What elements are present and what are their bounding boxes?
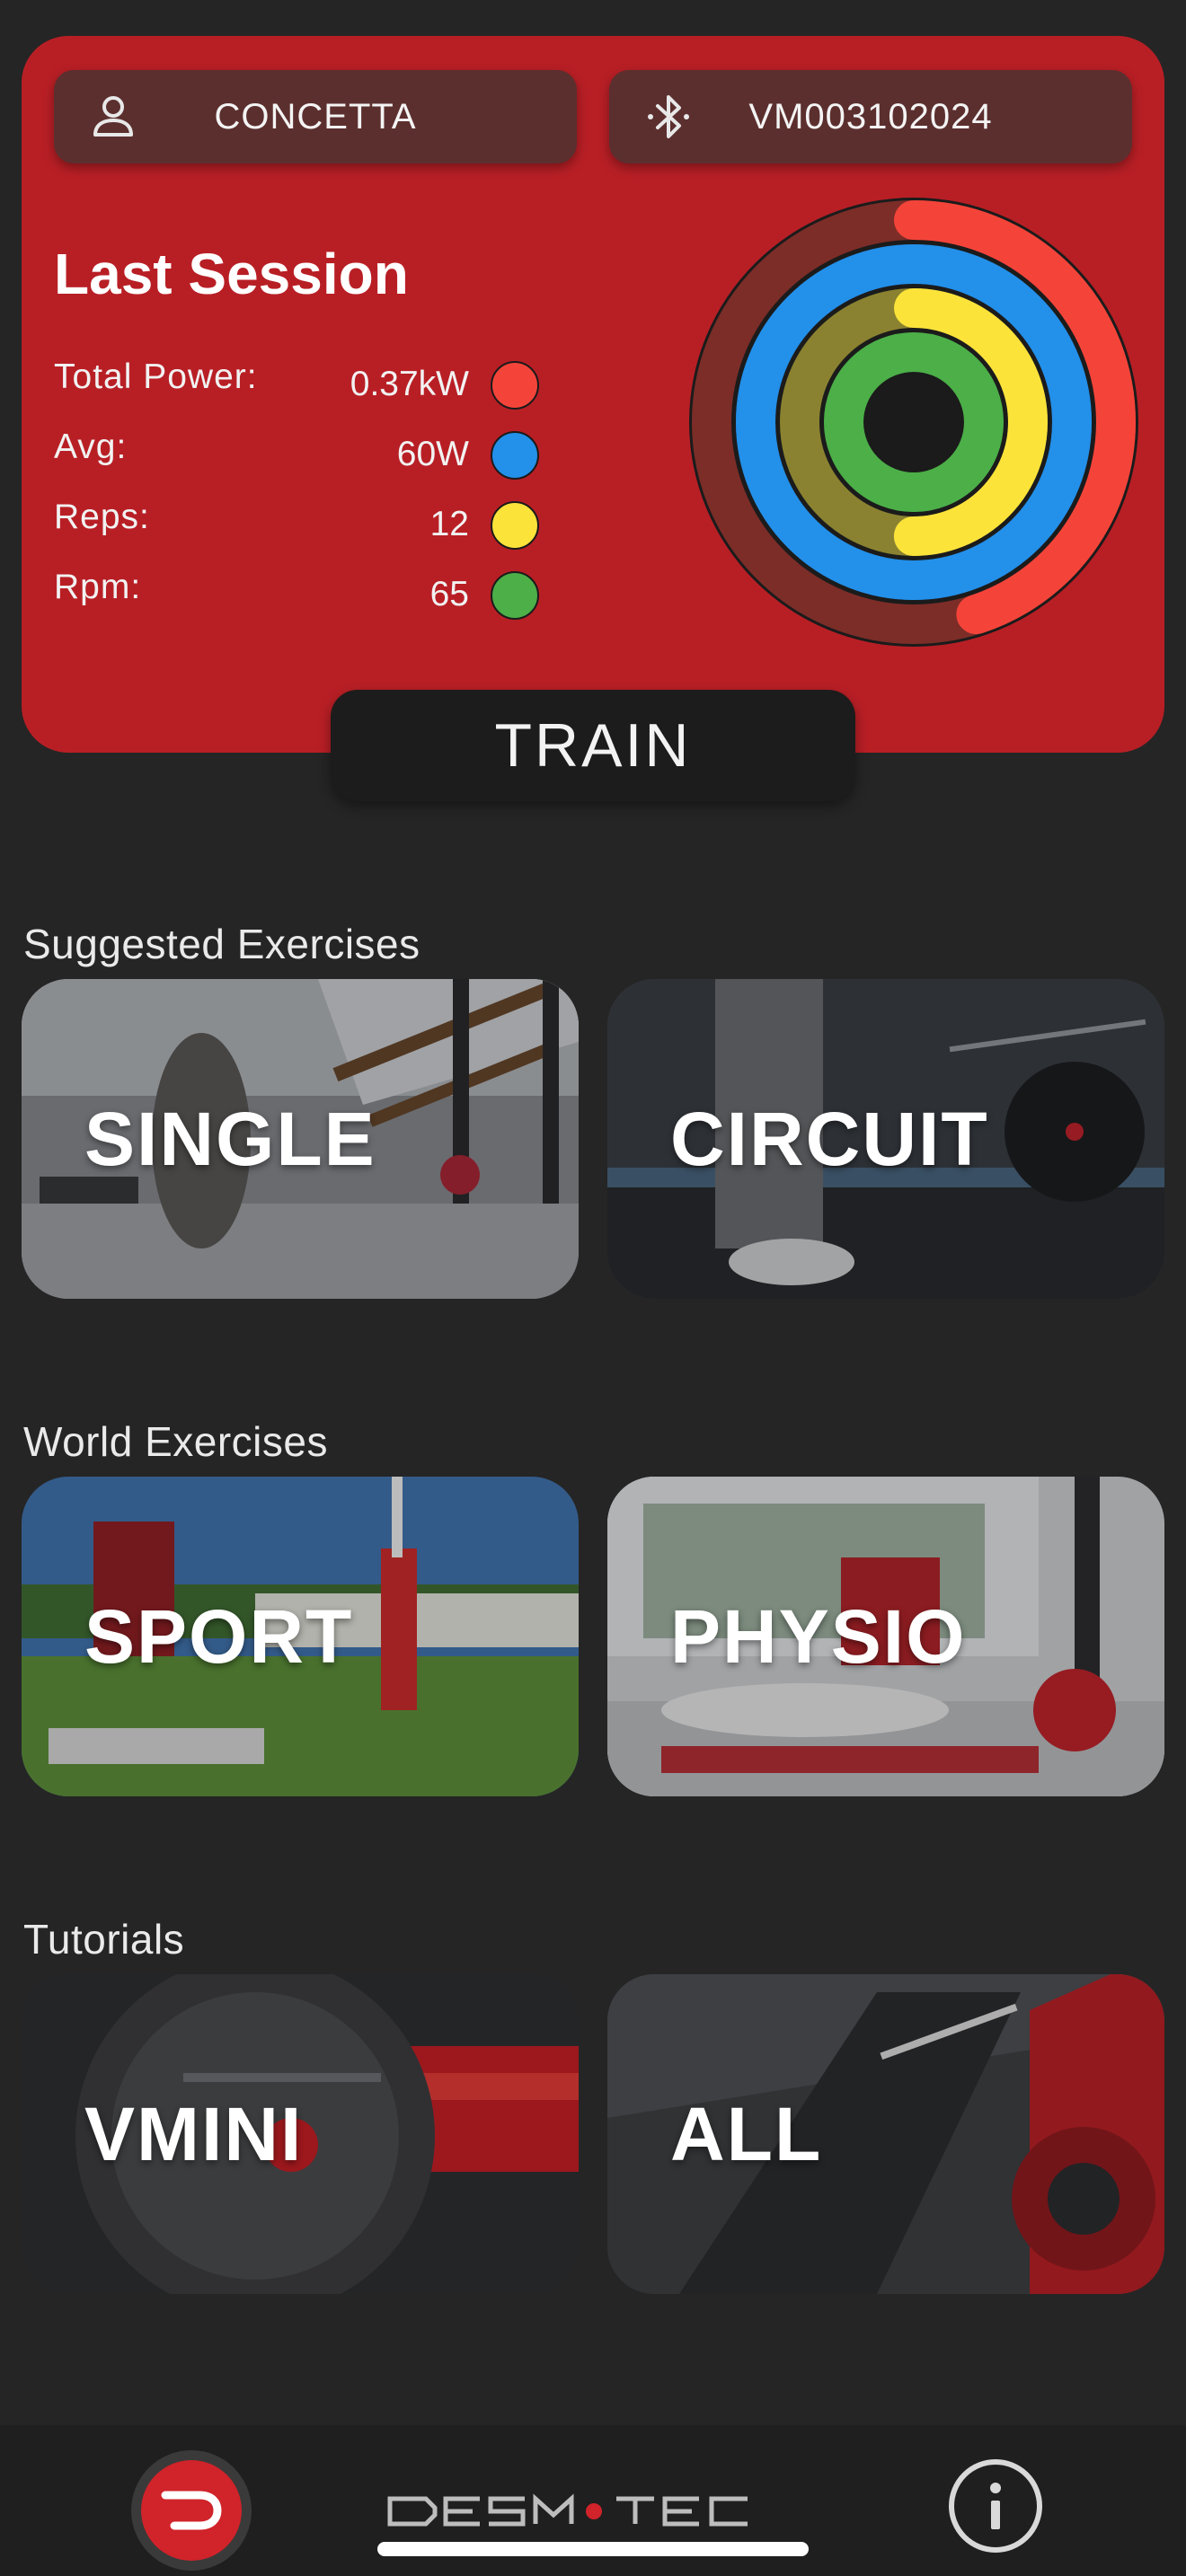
total-power-color-dot	[491, 361, 539, 410]
stat-row-reps: Reps: 12	[54, 490, 539, 550]
desmotec-logo-icon	[141, 2460, 242, 2561]
tile-label: SINGLE	[84, 1096, 376, 1181]
tile-label: ALL	[670, 2091, 823, 2176]
tile-physio[interactable]: PHYSIO	[607, 1477, 1164, 1796]
stat-row-rpm: Rpm: 65	[54, 560, 539, 620]
section-title-suggested: Suggested Exercises	[23, 921, 420, 967]
desmotec-wordmark	[386, 2493, 800, 2529]
tile-label: SPORT	[84, 1593, 354, 1679]
tile-all[interactable]: ALL	[607, 1974, 1164, 2294]
stat-value: 60W	[396, 435, 469, 473]
last-session-title: Last Session	[54, 242, 409, 306]
home-screen: CONCETTA VM003102024 Last Session Total …	[0, 0, 1186, 2576]
activity-rings	[689, 198, 1138, 647]
tile-sport[interactable]: SPORT	[22, 1477, 579, 1796]
section-title-world: World Exercises	[23, 1418, 328, 1465]
last-session-card: CONCETTA VM003102024 Last Session Total …	[22, 36, 1164, 753]
user-icon	[90, 93, 137, 140]
tile-label: CIRCUIT	[670, 1096, 989, 1181]
reps-color-dot	[491, 501, 539, 550]
rpm-color-dot	[491, 571, 539, 620]
info-icon[interactable]	[949, 2459, 1042, 2553]
stat-value: 12	[429, 505, 469, 543]
tile-vmini[interactable]: VMINI	[22, 1974, 579, 2294]
avg-color-dot	[491, 431, 539, 480]
section-title-tutorials: Tutorials	[23, 1916, 185, 1963]
bottom-navigation-bar	[0, 2425, 1186, 2576]
bluetooth-icon	[645, 93, 692, 140]
tile-label: VMINI	[84, 2091, 304, 2176]
user-profile-button[interactable]: CONCETTA	[54, 70, 577, 163]
stat-label: Reps:	[54, 498, 150, 536]
home-button[interactable]	[131, 2450, 252, 2571]
stat-label: Total Power:	[54, 357, 258, 396]
stat-row-total-power: Total Power: 0.37kW	[54, 350, 539, 410]
train-button[interactable]: TRAIN	[331, 690, 855, 801]
stat-row-avg: Avg: 60W	[54, 420, 539, 480]
home-indicator	[377, 2542, 809, 2556]
stat-value: 65	[429, 575, 469, 613]
tile-label: PHYSIO	[670, 1593, 967, 1679]
tile-circuit[interactable]: CIRCUIT	[607, 979, 1164, 1299]
stat-value: 0.37kW	[350, 365, 469, 403]
tile-single[interactable]: SINGLE	[22, 979, 579, 1299]
device-connection-button[interactable]: VM003102024	[609, 70, 1132, 163]
stat-label: Avg:	[54, 428, 128, 466]
stat-label: Rpm:	[54, 568, 142, 606]
